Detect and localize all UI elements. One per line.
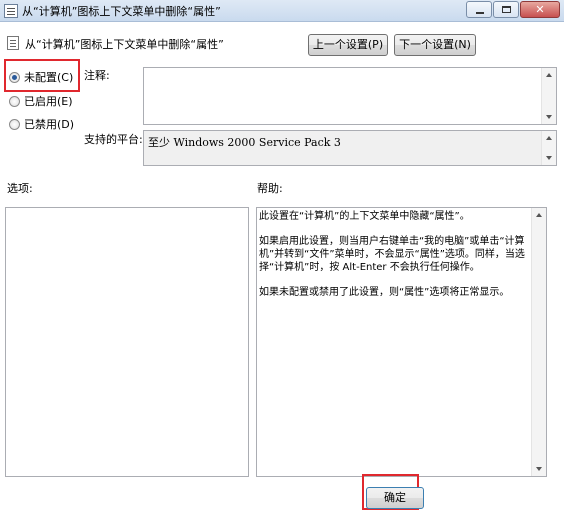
- comment-scrollbar[interactable]: [541, 68, 556, 124]
- comment-label: 注释:: [84, 69, 110, 82]
- close-icon: ✕: [535, 3, 545, 16]
- policy-document-icon: [7, 36, 19, 50]
- options-pane: [5, 207, 249, 477]
- radio-disabled[interactable]: 已禁用(D): [9, 116, 74, 132]
- platform-scrollbar[interactable]: [541, 131, 556, 165]
- minimize-icon: [476, 12, 484, 14]
- help-label: 帮助:: [257, 182, 283, 195]
- help-paragraph: 此设置在“计算机”的上下文菜单中隐藏“属性”。: [259, 211, 470, 222]
- radio-button[interactable]: [9, 71, 20, 83]
- help-scrollbar[interactable]: [531, 208, 546, 476]
- radio-button[interactable]: [9, 118, 20, 130]
- scroll-up-icon[interactable]: [546, 73, 552, 77]
- platform-field: 至少 Windows 2000 Service Pack 3: [143, 130, 557, 166]
- window-controls: ✕: [465, 1, 560, 18]
- policy-title: 从“计算机”图标上下文菜单中删除“属性”: [25, 38, 224, 51]
- scroll-up-icon[interactable]: [546, 136, 552, 140]
- help-pane: 此设置在“计算机”的上下文菜单中隐藏“属性”。 如果启用此设置，则当用户右键单击…: [256, 207, 547, 477]
- options-label: 选项:: [7, 182, 33, 195]
- maximize-button[interactable]: [493, 1, 519, 18]
- radio-not-configured[interactable]: 未配置(C): [9, 69, 73, 85]
- previous-setting-button[interactable]: 上一个设置(P): [308, 34, 388, 56]
- comment-field[interactable]: [143, 67, 557, 125]
- scroll-down-icon[interactable]: [536, 467, 542, 471]
- maximize-icon: [502, 6, 511, 13]
- window-title: 从“计算机”图标上下文菜单中删除“属性”: [22, 5, 221, 18]
- help-paragraph: 如果启用此设置，则当用户右键单击“我的电脑”或单击“计算机”并转到“文件”菜单时…: [259, 236, 525, 273]
- help-text: 此设置在“计算机”的上下文菜单中隐藏“属性”。 如果启用此设置，则当用户右键单击…: [259, 210, 528, 311]
- scroll-down-icon[interactable]: [546, 156, 552, 160]
- ok-button[interactable]: 确定: [366, 487, 424, 509]
- next-setting-button[interactable]: 下一个设置(N): [394, 34, 476, 56]
- radio-enabled[interactable]: 已启用(E): [9, 93, 73, 109]
- radio-label: 未配置(C): [24, 71, 74, 84]
- scroll-up-icon[interactable]: [536, 213, 542, 217]
- help-paragraph: 如果未配置或禁用了此设置，则“属性”选项将正常显示。: [259, 287, 510, 298]
- radio-label: 已启用(E): [24, 95, 73, 108]
- window-titlebar: 从“计算机”图标上下文菜单中删除“属性” ✕: [0, 0, 564, 22]
- radio-label: 已禁用(D): [24, 118, 75, 131]
- platform-value: 至少 Windows 2000 Service Pack 3: [148, 136, 341, 149]
- close-button[interactable]: ✕: [520, 1, 560, 18]
- platform-label: 支持的平台:: [84, 133, 143, 146]
- minimize-button[interactable]: [466, 1, 492, 18]
- scroll-down-icon[interactable]: [546, 115, 552, 119]
- radio-button[interactable]: [9, 95, 20, 107]
- policy-document-icon: [4, 4, 18, 18]
